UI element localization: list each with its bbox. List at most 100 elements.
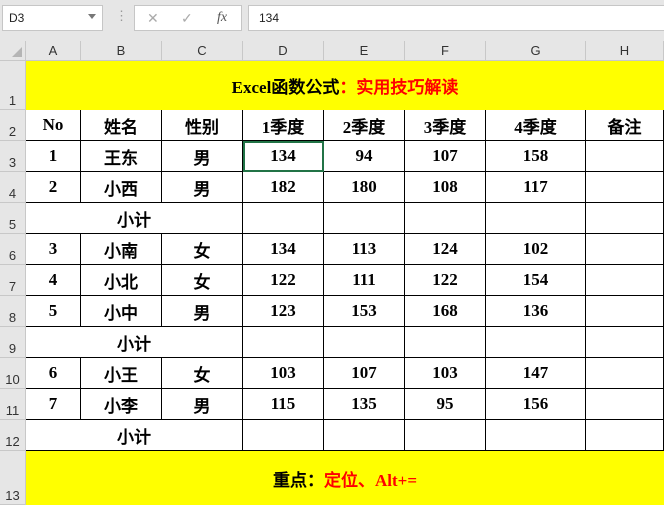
table-cell[interactable] bbox=[586, 389, 664, 420]
table-cell[interactable]: 女 bbox=[162, 358, 243, 389]
subtotal-label[interactable]: 小计 bbox=[26, 420, 243, 451]
subtotal-cell[interactable] bbox=[243, 327, 324, 358]
table-cell[interactable]: 117 bbox=[486, 172, 586, 203]
insert-function-icon[interactable]: fx bbox=[217, 10, 227, 26]
column-header-G[interactable]: G bbox=[486, 41, 586, 61]
footer-cell[interactable]: 重点： 定位、Alt+= bbox=[26, 451, 664, 505]
table-cell[interactable]: 135 bbox=[324, 389, 405, 420]
subtotal-cell[interactable] bbox=[243, 203, 324, 234]
table-cell[interactable]: 122 bbox=[405, 265, 486, 296]
column-header-A[interactable]: A bbox=[26, 41, 81, 61]
table-cell[interactable]: 102 bbox=[486, 234, 586, 265]
subtotal-cell[interactable] bbox=[586, 420, 664, 451]
table-cell[interactable]: 小北 bbox=[81, 265, 162, 296]
row-header-3[interactable]: 3 bbox=[0, 141, 26, 172]
table-cell[interactable]: 122 bbox=[243, 265, 324, 296]
row-header-11[interactable]: 11 bbox=[0, 389, 26, 420]
row-header-6[interactable]: 6 bbox=[0, 234, 26, 265]
table-cell[interactable]: 111 bbox=[324, 265, 405, 296]
table-cell[interactable]: 168 bbox=[405, 296, 486, 327]
table-cell[interactable]: 134 bbox=[243, 141, 324, 172]
table-cell[interactable]: 123 bbox=[243, 296, 324, 327]
column-header-C[interactable]: C bbox=[162, 41, 243, 61]
column-header-H[interactable]: H bbox=[586, 41, 664, 61]
enter-icon[interactable]: ✓ bbox=[181, 10, 193, 27]
table-cell[interactable] bbox=[586, 172, 664, 203]
table-cell[interactable]: 男 bbox=[162, 296, 243, 327]
name-box[interactable]: D3 bbox=[2, 5, 103, 31]
table-cell[interactable]: 小李 bbox=[81, 389, 162, 420]
subtotal-cell[interactable] bbox=[486, 327, 586, 358]
row-header-5[interactable]: 5 bbox=[0, 203, 26, 234]
table-cell[interactable]: 103 bbox=[405, 358, 486, 389]
column-header-D[interactable]: D bbox=[243, 41, 324, 61]
row-header-7[interactable]: 7 bbox=[0, 265, 26, 296]
table-cell[interactable] bbox=[586, 234, 664, 265]
table-cell[interactable]: 108 bbox=[405, 172, 486, 203]
table-cell[interactable]: 94 bbox=[324, 141, 405, 172]
row-header-12[interactable]: 12 bbox=[0, 420, 26, 451]
table-cell[interactable]: 156 bbox=[486, 389, 586, 420]
header-cell[interactable]: 4季度 bbox=[486, 110, 586, 141]
header-cell[interactable]: No bbox=[26, 110, 81, 141]
drag-handle-icon[interactable]: ⋮ bbox=[115, 8, 128, 24]
subtotal-cell[interactable] bbox=[243, 420, 324, 451]
row-header-2[interactable]: 2 bbox=[0, 110, 26, 141]
title-cell[interactable]: Excel函数公式 ：实用技巧解读 bbox=[26, 61, 664, 110]
table-cell[interactable]: 男 bbox=[162, 141, 243, 172]
table-cell[interactable] bbox=[586, 296, 664, 327]
table-cell[interactable]: 115 bbox=[243, 389, 324, 420]
cancel-icon[interactable]: ✕ bbox=[147, 10, 159, 27]
column-header-B[interactable]: B bbox=[81, 41, 162, 61]
table-cell[interactable]: 男 bbox=[162, 389, 243, 420]
table-cell[interactable]: 王东 bbox=[81, 141, 162, 172]
table-cell[interactable]: 103 bbox=[243, 358, 324, 389]
table-cell[interactable]: 180 bbox=[324, 172, 405, 203]
row-header-1[interactable]: 1 bbox=[0, 61, 26, 110]
header-cell[interactable]: 备注 bbox=[586, 110, 664, 141]
header-cell[interactable]: 姓名 bbox=[81, 110, 162, 141]
header-cell[interactable]: 性别 bbox=[162, 110, 243, 141]
subtotal-cell[interactable] bbox=[405, 420, 486, 451]
column-header-E[interactable]: E bbox=[324, 41, 405, 61]
table-cell[interactable]: 小西 bbox=[81, 172, 162, 203]
table-cell[interactable]: 小中 bbox=[81, 296, 162, 327]
table-cell[interactable]: 女 bbox=[162, 265, 243, 296]
row-header-9[interactable]: 9 bbox=[0, 327, 26, 358]
table-cell[interactable]: 107 bbox=[405, 141, 486, 172]
table-cell[interactable]: 158 bbox=[486, 141, 586, 172]
subtotal-cell[interactable] bbox=[586, 327, 664, 358]
column-header-F[interactable]: F bbox=[405, 41, 486, 61]
subtotal-cell[interactable] bbox=[586, 203, 664, 234]
header-cell[interactable]: 1季度 bbox=[243, 110, 324, 141]
table-cell[interactable]: 2 bbox=[26, 172, 81, 203]
subtotal-cell[interactable] bbox=[405, 327, 486, 358]
table-cell[interactable]: 3 bbox=[26, 234, 81, 265]
table-cell[interactable]: 1 bbox=[26, 141, 81, 172]
formula-input[interactable]: 134 bbox=[248, 5, 664, 31]
subtotal-cell[interactable] bbox=[324, 327, 405, 358]
table-cell[interactable]: 154 bbox=[486, 265, 586, 296]
row-header-4[interactable]: 4 bbox=[0, 172, 26, 203]
table-cell[interactable]: 113 bbox=[324, 234, 405, 265]
table-cell[interactable]: 小王 bbox=[81, 358, 162, 389]
table-cell[interactable]: 147 bbox=[486, 358, 586, 389]
subtotal-cell[interactable] bbox=[486, 420, 586, 451]
table-cell[interactable]: 5 bbox=[26, 296, 81, 327]
table-cell[interactable]: 小南 bbox=[81, 234, 162, 265]
row-header-10[interactable]: 10 bbox=[0, 358, 26, 389]
subtotal-cell[interactable] bbox=[324, 420, 405, 451]
table-cell[interactable]: 95 bbox=[405, 389, 486, 420]
header-cell[interactable]: 2季度 bbox=[324, 110, 405, 141]
table-cell[interactable]: 7 bbox=[26, 389, 81, 420]
select-all-button[interactable] bbox=[0, 41, 26, 61]
table-cell[interactable]: 女 bbox=[162, 234, 243, 265]
table-cell[interactable] bbox=[586, 358, 664, 389]
subtotal-label[interactable]: 小计 bbox=[26, 203, 243, 234]
row-header-8[interactable]: 8 bbox=[0, 296, 26, 327]
row-header-13[interactable]: 13 bbox=[0, 451, 26, 505]
table-cell[interactable]: 136 bbox=[486, 296, 586, 327]
table-cell[interactable]: 4 bbox=[26, 265, 81, 296]
table-cell[interactable]: 107 bbox=[324, 358, 405, 389]
table-cell[interactable]: 6 bbox=[26, 358, 81, 389]
